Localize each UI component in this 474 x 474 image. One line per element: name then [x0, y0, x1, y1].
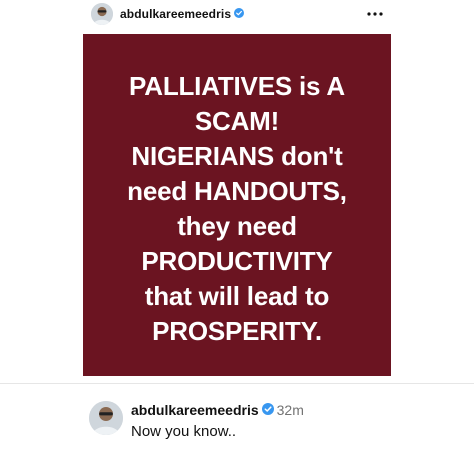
post-text-line: that will lead to: [144, 281, 330, 311]
post-text-line: PALLIATIVES is A: [129, 71, 345, 101]
post-text-line: need HANDOUTS,: [127, 176, 347, 206]
post-text-line: they need: [177, 211, 297, 241]
post-author-avatar[interactable]: [91, 3, 113, 25]
verified-badge-icon: [261, 402, 274, 418]
post-image[interactable]: PALLIATIVES is A SCAM! NIGERIANS don't n…: [83, 34, 391, 376]
post-image-text: PALLIATIVES is A SCAM! NIGERIANS don't n…: [127, 69, 347, 349]
caption-timestamp: 32m: [276, 402, 304, 418]
avatar-image: [91, 3, 113, 25]
caption-text: Now you know..: [131, 423, 237, 440]
more-options-button[interactable]: [363, 6, 387, 22]
post-text-line: NIGERIANS don't: [131, 141, 343, 171]
divider: [0, 383, 474, 384]
more-horizontal-icon: [367, 12, 383, 16]
caption-author-avatar[interactable]: [89, 401, 123, 435]
post-text-line: PROSPERITY.: [152, 316, 322, 346]
post-header: abdulkareemeedris: [0, 0, 474, 30]
post-text-line: PRODUCTIVITY: [141, 246, 333, 276]
avatar-image: [89, 401, 123, 435]
post-text-line: SCAM!: [194, 106, 280, 136]
verified-badge-icon: [234, 7, 245, 21]
caption-author-username[interactable]: abdulkareemeedris: [131, 402, 259, 418]
caption-author-line: abdulkareemeedris 32m: [131, 402, 304, 418]
post-author-username[interactable]: abdulkareemeedris: [120, 7, 245, 21]
